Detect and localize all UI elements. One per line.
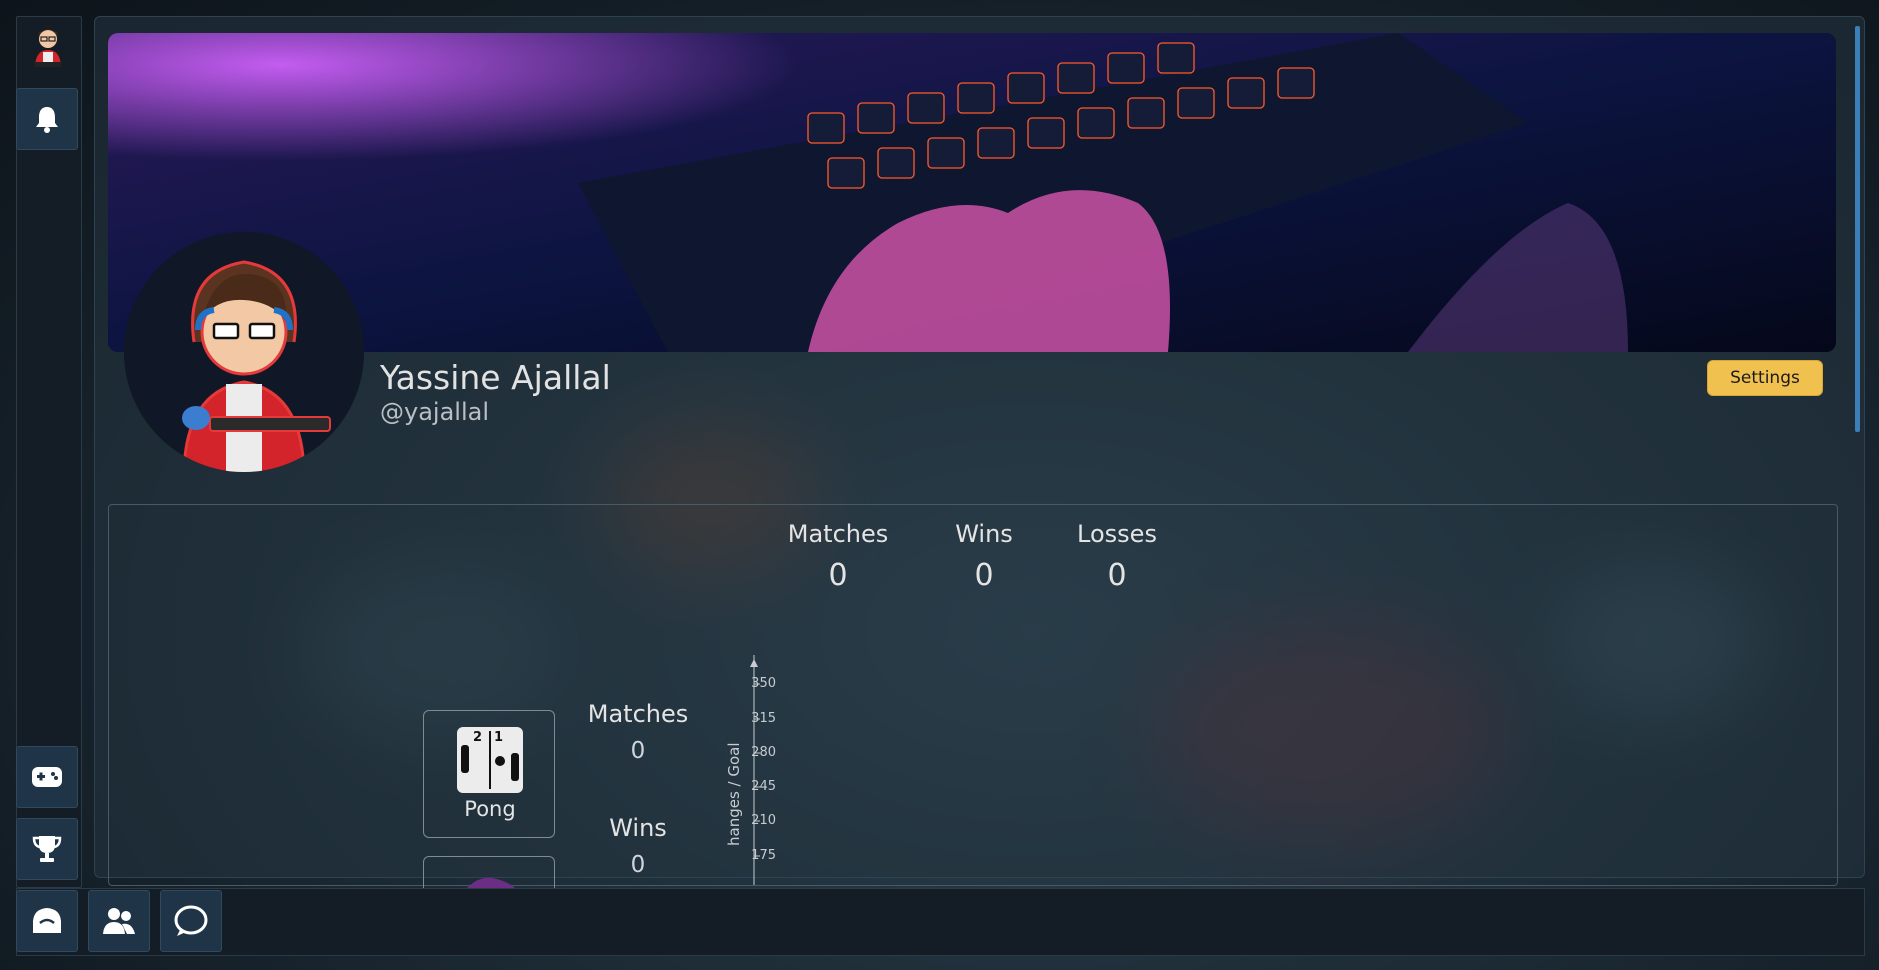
notifications-button[interactable]: [16, 88, 78, 150]
profile-name: Yassine Ajallal: [380, 358, 611, 397]
home-icon: [33, 908, 61, 933]
game-matches-label: Matches: [587, 700, 689, 728]
friends-icon: [103, 908, 135, 934]
trophy-icon: [32, 836, 62, 862]
svg-text:1: 1: [494, 730, 503, 745]
profile-avatar: [124, 232, 364, 472]
game-wins-label: Wins: [609, 814, 667, 842]
overall-matches-label: Matches: [787, 520, 889, 548]
game-controller-icon: [32, 767, 62, 787]
game-name: Pong: [464, 797, 516, 821]
overall-wins-value: 0: [974, 558, 994, 593]
game-matches-value: 0: [630, 738, 646, 764]
scrollbar-thumb[interactable]: [1855, 26, 1860, 432]
friends-button[interactable]: [88, 890, 150, 952]
svg-text:2: 2: [473, 730, 482, 745]
chat-button[interactable]: [160, 890, 222, 952]
overall-wins-label: Wins: [955, 520, 1013, 548]
overall-losses-label: Losses: [1077, 520, 1157, 548]
profile-banner: [108, 33, 1836, 352]
sidebar-avatar[interactable]: [24, 22, 72, 70]
home-button[interactable]: [16, 890, 78, 952]
settings-button[interactable]: Settings: [1707, 360, 1823, 396]
y-axis-label: hanges / Goal: [725, 742, 743, 846]
pong-icon: 2 1: [457, 727, 523, 793]
overall-losses-value: 0: [1107, 558, 1127, 593]
chat-icon: [174, 905, 208, 936]
bottom-bar: [16, 888, 1865, 956]
profile-handle: @yajallal: [380, 398, 489, 426]
leaderboard-button[interactable]: [16, 818, 78, 880]
y-tick-label: 350: [751, 676, 776, 691]
game-card-pong[interactable]: 2 1 Pong: [423, 710, 555, 838]
bell-icon: [36, 107, 58, 133]
y-tick-label: 315: [751, 711, 776, 726]
overall-matches-value: 0: [828, 558, 848, 593]
game-wins-value: 0: [630, 852, 646, 878]
y-tick-label: 175: [751, 848, 776, 863]
game-button[interactable]: [16, 746, 78, 808]
